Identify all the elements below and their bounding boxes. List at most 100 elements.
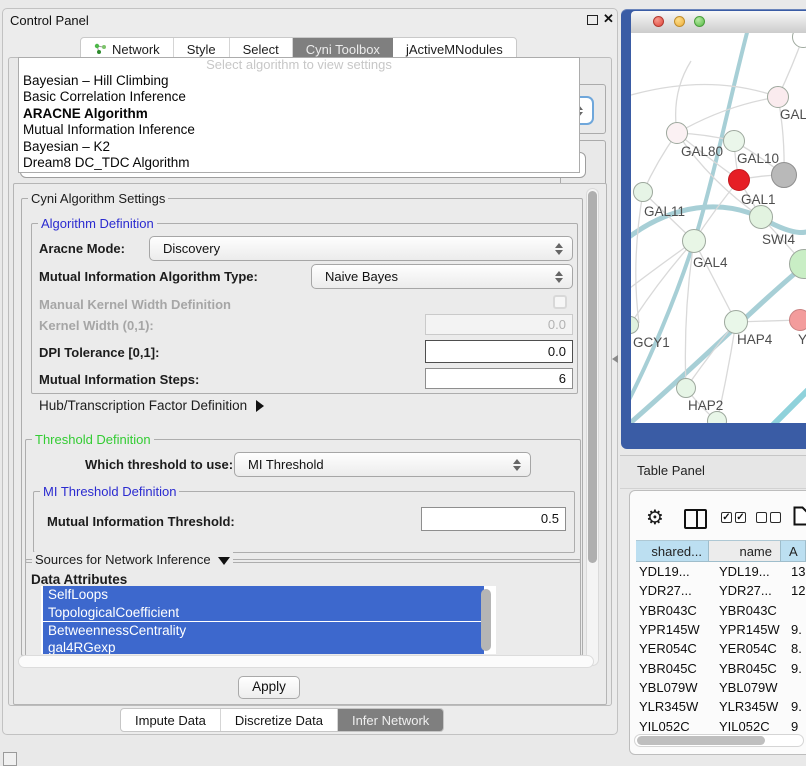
table-cell: 8. bbox=[781, 641, 806, 656]
attribute-list-scrollbar[interactable] bbox=[481, 589, 491, 651]
dropdown-item[interactable]: Dream8 DC_TDC Algorithm bbox=[19, 155, 579, 171]
checked-checkbox-icon[interactable]: ✓ bbox=[735, 512, 746, 523]
table-cell: YBL079W bbox=[709, 680, 781, 695]
table-row[interactable]: YPR145WYPR145W9. bbox=[636, 620, 806, 639]
panel-grip-icon[interactable] bbox=[3, 752, 17, 766]
table-row[interactable]: YER054CYER054C8. bbox=[636, 639, 806, 658]
column-header-name[interactable]: name bbox=[709, 540, 781, 562]
new-table-icon[interactable] bbox=[793, 506, 806, 526]
node-label: HAP2 bbox=[688, 398, 723, 413]
aracne-mode-combo[interactable]: Discovery bbox=[149, 236, 573, 261]
network-node[interactable] bbox=[631, 316, 639, 334]
dropdown-item[interactable]: Bayesian – K2 bbox=[19, 139, 579, 155]
table-scrollbar-thumb[interactable] bbox=[637, 736, 765, 745]
manual-kernel-label: Manual Kernel Width Definition bbox=[39, 297, 231, 312]
close-traffic-light-icon[interactable] bbox=[653, 16, 664, 27]
attribute-item-selected[interactable]: TopologicalCoefficient bbox=[43, 604, 484, 621]
dropdown-item-list: Bayesian – Hill ClimbingBasic Correlatio… bbox=[19, 73, 579, 171]
minimize-traffic-light-icon[interactable] bbox=[674, 16, 685, 27]
table-row[interactable]: YIL052CYIL052C9 bbox=[636, 716, 806, 734]
table-row[interactable]: YBR043CYBR043C bbox=[636, 601, 806, 620]
network-node[interactable] bbox=[723, 130, 745, 152]
network-node[interactable] bbox=[749, 205, 773, 229]
network-node[interactable] bbox=[666, 122, 688, 144]
table-body: YDL19...YDL19...13YDR27...YDR27...12YBR0… bbox=[636, 562, 806, 734]
settings-scrollbar-thumb[interactable] bbox=[588, 191, 597, 563]
column-view-icon[interactable] bbox=[684, 509, 707, 529]
table-row[interactable]: YBL079WYBL079W bbox=[636, 678, 806, 697]
dropdown-item[interactable]: Mutual Information Inference bbox=[19, 122, 579, 138]
close-icon[interactable]: ✕ bbox=[603, 11, 614, 27]
triangle-down-icon bbox=[218, 557, 230, 565]
network-canvas[interactable]: GALGAL80GAL10GAL1GAL11SWI4GAL4HAP4YGCY1H… bbox=[631, 33, 806, 423]
table-row[interactable]: YLR345WYLR345W9. bbox=[636, 697, 806, 716]
mi-threshold-field[interactable]: 0.5 bbox=[421, 507, 566, 531]
node-label: GAL10 bbox=[737, 151, 779, 166]
dpi-tolerance-field[interactable]: 0.0 bbox=[425, 340, 573, 363]
zoom-traffic-light-icon[interactable] bbox=[694, 16, 705, 27]
node-label: Y bbox=[798, 332, 806, 347]
mi-steps-field[interactable]: 6 bbox=[425, 368, 573, 389]
data-attributes-label: Data Attributes bbox=[31, 572, 127, 587]
stepper-icon bbox=[555, 243, 563, 255]
node-label: GAL80 bbox=[681, 144, 723, 159]
which-threshold-combo[interactable]: MI Threshold bbox=[234, 452, 531, 477]
cyni-settings-panel: Cyni Algorithm Settings Algorithm Defini… bbox=[13, 183, 607, 705]
triangle-right-icon bbox=[256, 400, 264, 412]
tab-infer-network[interactable]: Infer Network bbox=[338, 709, 443, 731]
network-node[interactable] bbox=[682, 229, 706, 253]
network-node[interactable] bbox=[676, 378, 696, 398]
group-title: Cyni Algorithm Settings bbox=[28, 191, 168, 206]
column-header-shared-name[interactable]: shared... bbox=[636, 540, 709, 562]
group-title: MI Threshold Definition bbox=[40, 484, 179, 499]
table-cell: YBR043C bbox=[709, 603, 781, 618]
network-node[interactable] bbox=[767, 86, 789, 108]
unchecked-checkbox-icon[interactable] bbox=[770, 512, 781, 523]
table-cell: YDR27... bbox=[636, 583, 709, 598]
settings-horizontal-scrollbar[interactable] bbox=[18, 655, 594, 668]
tab-label: Network bbox=[112, 42, 160, 57]
attribute-item-selected[interactable]: gal4RGexp bbox=[43, 639, 484, 654]
column-header-partial[interactable]: A bbox=[781, 540, 806, 562]
mi-steps-label: Mutual Information Steps: bbox=[39, 372, 199, 387]
mi-type-combo[interactable]: Naive Bayes bbox=[311, 264, 573, 289]
node-label: HAP4 bbox=[737, 332, 772, 347]
unchecked-checkbox-icon[interactable] bbox=[756, 512, 767, 523]
apply-button[interactable]: Apply bbox=[238, 676, 300, 699]
dropdown-prompt: Select algorithm to view settings bbox=[19, 58, 579, 73]
mi-type-label: Mutual Information Algorithm Type: bbox=[39, 269, 258, 284]
node-label: GAL11 bbox=[644, 204, 685, 219]
manual-kernel-checkbox[interactable] bbox=[553, 295, 567, 309]
table-cell: YDL19... bbox=[709, 564, 781, 579]
network-node[interactable] bbox=[789, 309, 806, 331]
table-cell: YPR145W bbox=[709, 622, 781, 637]
attribute-item-selected[interactable]: BetweennessCentrality bbox=[43, 622, 484, 639]
network-node[interactable] bbox=[724, 310, 748, 334]
hub-factor-expander[interactable]: Hub/Transcription Factor Definition bbox=[39, 398, 264, 413]
network-node[interactable] bbox=[789, 249, 806, 279]
network-node[interactable] bbox=[792, 33, 806, 48]
tab-discretize-data[interactable]: Discretize Data bbox=[221, 709, 338, 731]
algorithm-dropdown-popup: Select algorithm to view settings Bayesi… bbox=[18, 57, 580, 173]
float-window-icon[interactable] bbox=[587, 15, 598, 25]
checked-checkbox-icon[interactable]: ✓ bbox=[721, 512, 732, 523]
dropdown-item[interactable]: Bayesian – Hill Climbing bbox=[19, 73, 579, 89]
table-row[interactable]: YDR27...YDR27...12 bbox=[636, 581, 806, 600]
attribute-item-selected[interactable]: SelfLoops bbox=[43, 586, 484, 603]
table-cell: YLR345W bbox=[636, 699, 709, 714]
data-attributes-list: SelfLoopsTopologicalCoefficientBetweenne… bbox=[41, 586, 496, 654]
table-cell: YER054C bbox=[636, 641, 709, 656]
tab-impute-data[interactable]: Impute Data bbox=[121, 709, 221, 731]
dropdown-item[interactable]: Basic Correlation Inference bbox=[19, 89, 579, 105]
network-window-titlebar[interactable] bbox=[631, 11, 806, 34]
node-label: SWI4 bbox=[762, 232, 795, 247]
table-row[interactable]: YBR045CYBR045C9. bbox=[636, 658, 806, 677]
dropdown-item[interactable]: ARACNE Algorithm bbox=[19, 106, 579, 122]
gear-icon[interactable]: ⚙ bbox=[646, 505, 664, 529]
stepper-icon bbox=[513, 459, 521, 471]
split-pane-arrow-icon[interactable] bbox=[612, 355, 618, 363]
network-node[interactable] bbox=[728, 169, 750, 191]
network-node[interactable] bbox=[633, 182, 653, 202]
table-row[interactable]: YDL19...YDL19...13 bbox=[636, 562, 806, 581]
app-root: { "control_panel": { "title": "Control P… bbox=[0, 0, 806, 762]
